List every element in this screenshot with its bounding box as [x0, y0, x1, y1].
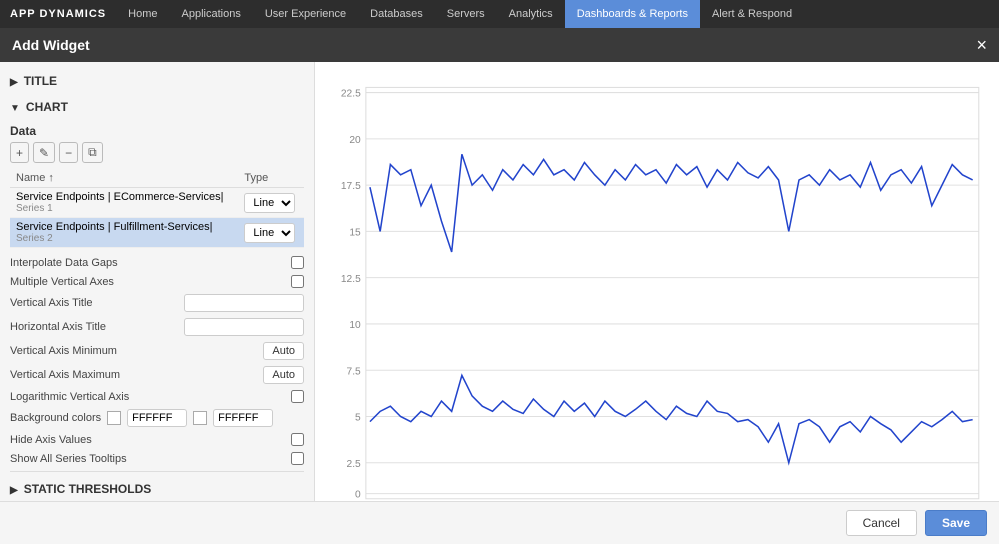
horizontal-axis-title-input[interactable]	[184, 318, 304, 336]
data-toolbar: + ✎ − ⧉	[10, 142, 304, 163]
hide-axis-label: Hide Axis Values	[10, 434, 287, 446]
vertical-axis-min-row: Vertical Axis Minimum Auto	[10, 342, 304, 360]
left-panel: TITLE CHART Data + ✎ − ⧉ Name ↑ Ty	[0, 62, 315, 501]
vertical-axis-title-row: Vertical Axis Title	[10, 294, 304, 312]
show-tooltips-checkbox[interactable]	[291, 452, 304, 465]
multiple-vertical-label: Multiple Vertical Axes	[10, 276, 287, 288]
background-colors-row: Background colors	[10, 409, 304, 427]
chart-section-label: CHART	[26, 100, 68, 114]
chart-svg: 22.5 20 17.5 15 12.5 10 7.5 5 2.5 0 9:55…	[325, 72, 989, 501]
interpolate-label: Interpolate Data Gaps	[10, 257, 287, 269]
modal-body: TITLE CHART Data + ✎ − ⧉ Name ↑ Ty	[0, 62, 999, 501]
table-row[interactable]: Service Endpoints | ECommerce-Services|S…	[10, 188, 304, 218]
nav-item-alert[interactable]: Alert & Respond	[700, 0, 804, 28]
nav-item-user-experience[interactable]: User Experience	[253, 0, 358, 28]
logarithmic-row: Logarithmic Vertical Axis	[10, 390, 304, 403]
col-name: Name ↑	[10, 169, 238, 188]
nav-bar: APP DYNAMICS Home Applications User Expe…	[0, 0, 999, 28]
svg-text:12.5: 12.5	[341, 274, 361, 285]
static-thresholds-chevron-icon	[10, 482, 24, 496]
col-type: Type	[238, 169, 304, 188]
horizontal-axis-title-label: Horizontal Axis Title	[10, 321, 184, 333]
nav-item-home[interactable]: Home	[116, 0, 169, 28]
hide-axis-row: Hide Axis Values	[10, 433, 304, 446]
multiple-vertical-row: Multiple Vertical Axes	[10, 275, 304, 288]
right-panel: 22.5 20 17.5 15 12.5 10 7.5 5 2.5 0 9:55…	[315, 62, 999, 501]
svg-text:22.5: 22.5	[341, 89, 361, 100]
series-label: Series 1	[16, 203, 232, 214]
edit-series-button[interactable]: ✎	[33, 142, 55, 163]
remove-series-button[interactable]: −	[59, 142, 78, 163]
multiple-vertical-checkbox[interactable]	[291, 275, 304, 288]
nav-item-applications[interactable]: Applications	[170, 0, 253, 28]
static-thresholds-label: STATIC THRESHOLDS	[24, 482, 152, 496]
vertical-axis-max-btn[interactable]: Auto	[263, 366, 304, 384]
svg-text:10: 10	[349, 320, 361, 331]
svg-text:5: 5	[355, 413, 361, 424]
background-colors-label: Background colors	[10, 412, 101, 424]
close-button[interactable]: ×	[976, 36, 987, 54]
logarithmic-label: Logarithmic Vertical Axis	[10, 391, 287, 403]
color-swatch-2[interactable]	[193, 411, 207, 425]
chart-chevron-icon	[10, 100, 26, 114]
nav-item-servers[interactable]: Servers	[435, 0, 497, 28]
vertical-axis-title-label: Vertical Axis Title	[10, 297, 184, 309]
svg-text:0: 0	[355, 490, 361, 501]
horizontal-axis-title-row: Horizontal Axis Title	[10, 318, 304, 336]
title-section-label: TITLE	[24, 74, 57, 88]
vertical-axis-max-row: Vertical Axis Maximum Auto	[10, 366, 304, 384]
series-type-select[interactable]: Line	[244, 223, 295, 243]
series-label: Series 2	[16, 233, 232, 244]
color-swatch-1[interactable]	[107, 411, 121, 425]
logarithmic-checkbox[interactable]	[291, 390, 304, 403]
series-type-cell: Line	[238, 188, 304, 218]
series-name-cell: Service Endpoints | ECommerce-Services|S…	[10, 188, 238, 218]
color-input-2[interactable]	[213, 409, 273, 427]
series-name: Service Endpoints | Fulfillment-Services…	[16, 221, 232, 233]
vertical-axis-min-btn[interactable]: Auto	[263, 342, 304, 360]
title-section-header[interactable]: TITLE	[10, 70, 304, 92]
svg-text:2.5: 2.5	[347, 459, 361, 470]
interpolate-checkbox[interactable]	[291, 256, 304, 269]
series-name-cell: Service Endpoints | Fulfillment-Services…	[10, 218, 238, 248]
vertical-axis-title-input[interactable]	[184, 294, 304, 312]
cancel-button[interactable]: Cancel	[846, 510, 917, 536]
svg-text:15: 15	[349, 227, 361, 238]
modal-footer: Cancel Save	[0, 501, 999, 544]
series-type-select[interactable]: Line	[244, 193, 295, 213]
svg-text:17.5: 17.5	[341, 181, 361, 192]
save-button[interactable]: Save	[925, 510, 987, 536]
static-thresholds-section: STATIC THRESHOLDS	[10, 471, 304, 501]
chart-area: 22.5 20 17.5 15 12.5 10 7.5 5 2.5 0 9:55…	[325, 72, 989, 501]
series-name: Service Endpoints | ECommerce-Services|	[16, 191, 232, 203]
chart-section-header[interactable]: CHART	[10, 96, 304, 118]
modal-header: Add Widget ×	[0, 28, 999, 62]
svg-text:7.5: 7.5	[347, 366, 361, 377]
show-tooltips-row: Show All Series Tooltips	[10, 452, 304, 465]
nav-item-databases[interactable]: Databases	[358, 0, 435, 28]
interpolate-row: Interpolate Data Gaps	[10, 256, 304, 269]
options-section: Interpolate Data Gaps Multiple Vertical …	[10, 256, 304, 465]
copy-series-button[interactable]: ⧉	[82, 142, 103, 163]
logo: APP DYNAMICS	[0, 8, 116, 20]
show-tooltips-label: Show All Series Tooltips	[10, 453, 287, 465]
nav-item-dashboards[interactable]: Dashboards & Reports	[565, 0, 700, 28]
nav-item-analytics[interactable]: Analytics	[497, 0, 565, 28]
data-table: Name ↑ Type Service Endpoints | ECommerc…	[10, 169, 304, 248]
vertical-axis-max-label: Vertical Axis Maximum	[10, 369, 263, 381]
color-input-1[interactable]	[127, 409, 187, 427]
modal: APP DYNAMICS Home Applications User Expe…	[0, 0, 999, 544]
title-chevron-icon	[10, 74, 24, 88]
data-label: Data	[10, 124, 304, 138]
add-series-button[interactable]: +	[10, 142, 29, 163]
table-row[interactable]: Service Endpoints | Fulfillment-Services…	[10, 218, 304, 248]
modal-title: Add Widget	[12, 37, 90, 53]
static-thresholds-header[interactable]: STATIC THRESHOLDS	[10, 478, 304, 500]
series-type-cell: Line	[238, 218, 304, 248]
svg-text:20: 20	[349, 135, 361, 146]
hide-axis-checkbox[interactable]	[291, 433, 304, 446]
vertical-axis-min-label: Vertical Axis Minimum	[10, 345, 263, 357]
